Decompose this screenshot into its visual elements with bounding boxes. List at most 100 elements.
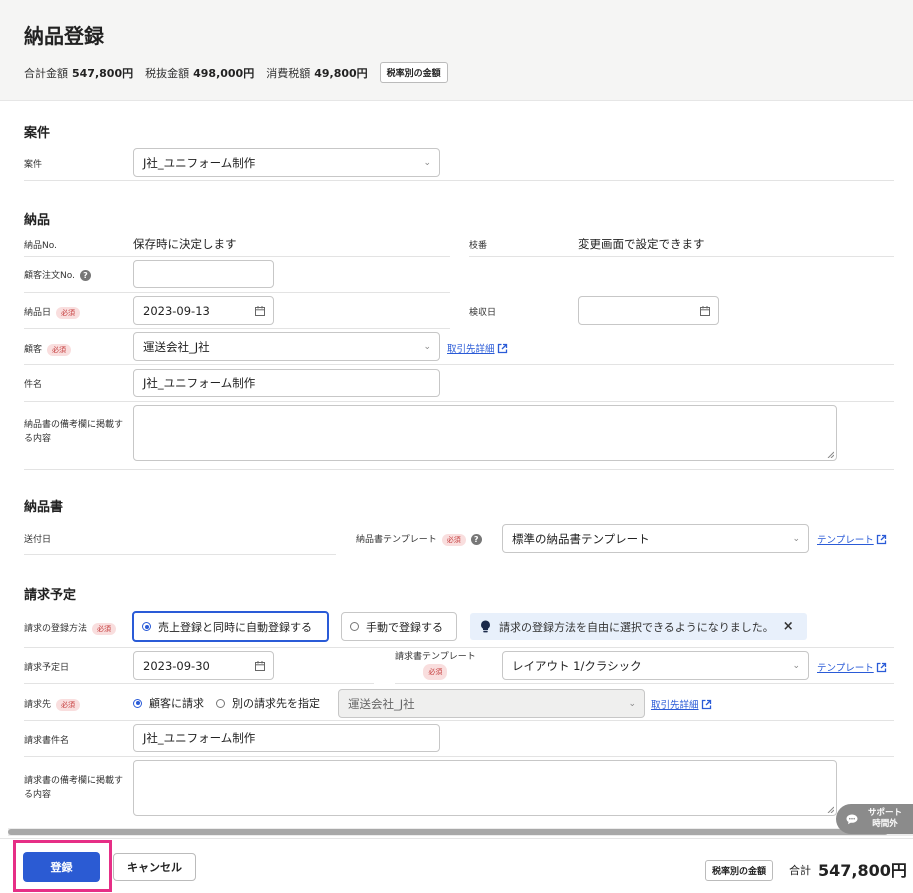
invoice-subject-input[interactable]: J社_ユニフォーム制作 — [133, 724, 440, 752]
calendar-icon[interactable] — [255, 305, 265, 316]
subject-input-value: J社_ユニフォーム制作 — [143, 376, 256, 390]
help-icon[interactable]: ? — [79, 270, 91, 281]
delivery-template-label: 納品書テンプレート 必須? — [356, 532, 482, 546]
external-link-icon — [876, 662, 886, 672]
delivery-remarks-textarea[interactable] — [133, 405, 837, 461]
chevron-down-icon: ⌄ — [628, 698, 636, 709]
invoice-template-label-text: 請求書テンプレート — [395, 652, 476, 662]
invoice-remarks-textarea[interactable] — [133, 760, 837, 816]
billto-label-text: 請求先 — [24, 700, 52, 710]
support-widget-text: サポート 時間外 — [868, 808, 902, 830]
scrollbar-thumb[interactable] — [8, 829, 888, 835]
billto-other-label: 別の請求先を指定 — [232, 697, 320, 710]
required-badge: 必須 — [92, 622, 117, 635]
project-section-title: 案件 — [24, 126, 51, 141]
external-link-icon — [876, 534, 886, 544]
billing-method-label-text: 請求の登録方法 — [24, 624, 88, 634]
tax-rate-breakdown-button[interactable]: 税率別の金額 — [379, 62, 448, 83]
inspection-date-label: 検収日 — [469, 308, 497, 318]
subject-input[interactable]: J社_ユニフォーム制作 — [133, 369, 440, 397]
invoice-template-label: 請求書テンプレート 必須 — [395, 650, 476, 680]
resize-handle-icon[interactable] — [827, 806, 834, 813]
project-label: 案件 — [24, 160, 43, 170]
pretax-amount-value: 498,000円 — [193, 66, 255, 80]
customer-label-text: 顧客 — [24, 345, 43, 355]
delivery-remarks-label: 納品書の備考欄に掲載する内容 — [24, 420, 124, 444]
billing-method-auto-option[interactable]: 売上登録と同時に自動登録する — [132, 611, 329, 642]
delivery-template-link[interactable]: テンプレート — [817, 532, 887, 546]
billto-other-option[interactable]: 別の請求先を指定 — [216, 695, 320, 711]
delivery-section-title: 納品 — [24, 213, 51, 228]
tax-amount-value: 49,800円 — [314, 66, 368, 80]
resize-handle-icon[interactable] — [827, 451, 834, 458]
invoice-template-link-text: テンプレート — [817, 663, 874, 674]
customer-detail-link[interactable]: 取引先詳細 — [447, 341, 508, 355]
support-line2: 時間外 — [872, 819, 898, 829]
support-line1: サポート — [868, 808, 903, 818]
chevron-down-icon: ⌄ — [423, 341, 431, 352]
help-icon[interactable]: ? — [470, 534, 482, 545]
invoice-template-select[interactable]: レイアウト 1/クラシック ⌄ — [502, 651, 809, 680]
radio-unchecked-icon — [350, 622, 359, 631]
chevron-down-icon: ⌄ — [792, 660, 800, 671]
billto-customer-label: 顧客に請求 — [149, 697, 204, 710]
billing-method-label: 請求の登録方法 必須 — [24, 621, 117, 635]
customer-label: 顧客 必須 — [24, 342, 72, 356]
required-badge: 必須 — [56, 698, 81, 711]
billing-method-manual-option[interactable]: 手動で登録する — [341, 612, 457, 641]
page-title: 納品登録 — [24, 24, 104, 48]
divider — [469, 256, 894, 257]
project-select[interactable]: J社_ユニフォーム制作 ⌄ — [133, 148, 440, 177]
divider — [24, 364, 894, 365]
invoice-subject-value: J社_ユニフォーム制作 — [143, 731, 256, 745]
chevron-down-icon: ⌄ — [423, 157, 431, 168]
footer-tax-rate-button[interactable]: 税率別の金額 — [705, 860, 774, 881]
billing-date-label: 請求予定日 — [24, 663, 70, 673]
cancel-button[interactable]: キャンセル — [113, 853, 196, 881]
total-amount-value: 547,800円 — [72, 66, 134, 80]
billto-detail-link[interactable]: 取引先詳細 — [651, 697, 712, 711]
radio-unchecked-icon — [216, 698, 225, 708]
billing-method-auto-label: 売上登録と同時に自動登録する — [158, 620, 312, 634]
delivery-date-label: 納品日 必須 — [24, 305, 81, 319]
horizontal-scrollbar[interactable] — [8, 828, 913, 836]
lightbulb-icon — [481, 620, 490, 633]
pretax-amount-label: 税抜金額 — [145, 66, 190, 80]
divider — [24, 256, 450, 257]
required-badge: 必須 — [47, 343, 72, 356]
delivery-template-label-text: 納品書テンプレート — [356, 535, 437, 545]
customer-select-value: 運送会社_J社 — [143, 339, 210, 354]
delivery-date-input[interactable]: 2023-09-13 — [133, 296, 274, 325]
footer-total-value: 547,800円 — [818, 861, 907, 880]
close-icon[interactable]: × — [783, 619, 794, 634]
billto-radio-group: 顧客に請求 別の請求先を指定 — [133, 695, 320, 711]
invoice-template-link[interactable]: テンプレート — [817, 660, 887, 674]
highlight-frame — [13, 840, 112, 892]
divider — [24, 180, 894, 181]
billing-method-info-banner: 請求の登録方法を自由に選択できるようになりました。 × — [470, 613, 807, 640]
chevron-down-icon: ⌄ — [792, 533, 800, 544]
subject-label: 件名 — [24, 380, 43, 390]
divider — [395, 683, 894, 684]
billto-customer-option[interactable]: 顧客に請求 — [133, 695, 204, 711]
inspection-date-input[interactable] — [578, 296, 719, 325]
branch-no-label: 枝番 — [469, 241, 488, 251]
divider — [24, 469, 894, 470]
required-badge: 必須 — [441, 533, 466, 546]
delivery-date-label-text: 納品日 — [24, 308, 52, 318]
support-widget[interactable]: サポート 時間外 — [836, 804, 913, 834]
billto-select[interactable]: 運送会社_J社 ⌄ — [338, 689, 645, 718]
divider — [24, 292, 450, 293]
calendar-icon[interactable] — [700, 305, 710, 316]
order-no-input[interactable] — [133, 260, 274, 288]
customer-select[interactable]: 運送会社_J社 ⌄ — [133, 332, 440, 361]
required-badge: 必須 — [423, 664, 448, 680]
radio-checked-icon — [133, 698, 142, 708]
external-link-icon — [497, 343, 507, 353]
project-select-value: J社_ユニフォーム制作 — [143, 155, 256, 170]
calendar-icon[interactable] — [255, 660, 265, 671]
delivery-date-value: 2023-09-13 — [143, 303, 210, 318]
billing-date-input[interactable]: 2023-09-30 — [133, 651, 274, 680]
required-badge: 必須 — [56, 306, 81, 319]
delivery-template-select[interactable]: 標準の納品書テンプレート ⌄ — [502, 524, 809, 553]
